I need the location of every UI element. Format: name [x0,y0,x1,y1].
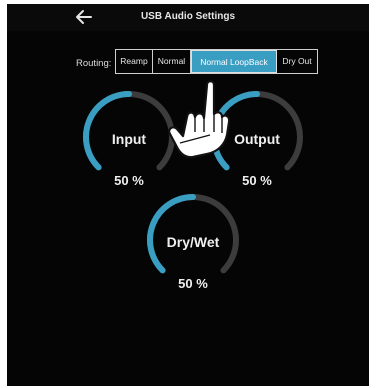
routing-segmented-control: Reamp Normal Normal LoopBack Dry Out [115,49,318,74]
drywet-knob[interactable]: Dry/Wet 50 % [143,190,243,300]
drywet-knob-value: 50 % [178,276,208,291]
output-knob[interactable]: Output 50 % [207,87,307,197]
input-knob-value: 50 % [114,173,144,188]
input-knob-label: Input [111,131,147,147]
routing-option-reamp[interactable]: Reamp [116,50,153,73]
drywet-knob-label: Dry/Wet [166,234,220,250]
output-knob-value: 50 % [242,173,272,188]
page-title: USB Audio Settings [140,11,236,22]
routing-option-dry-out[interactable]: Dry Out [277,50,317,73]
routing-label: Routing: [76,58,112,69]
output-knob-label: Output [234,131,280,147]
routing-option-normal-loopback[interactable]: Normal LoopBack [191,50,277,73]
input-knob[interactable]: Input 50 % [79,87,179,197]
header-bar: USB Audio Settings [7,4,369,31]
routing-option-normal[interactable]: Normal [153,50,191,73]
app-screen: USB Audio Settings Routing: Reamp Normal… [7,4,369,386]
